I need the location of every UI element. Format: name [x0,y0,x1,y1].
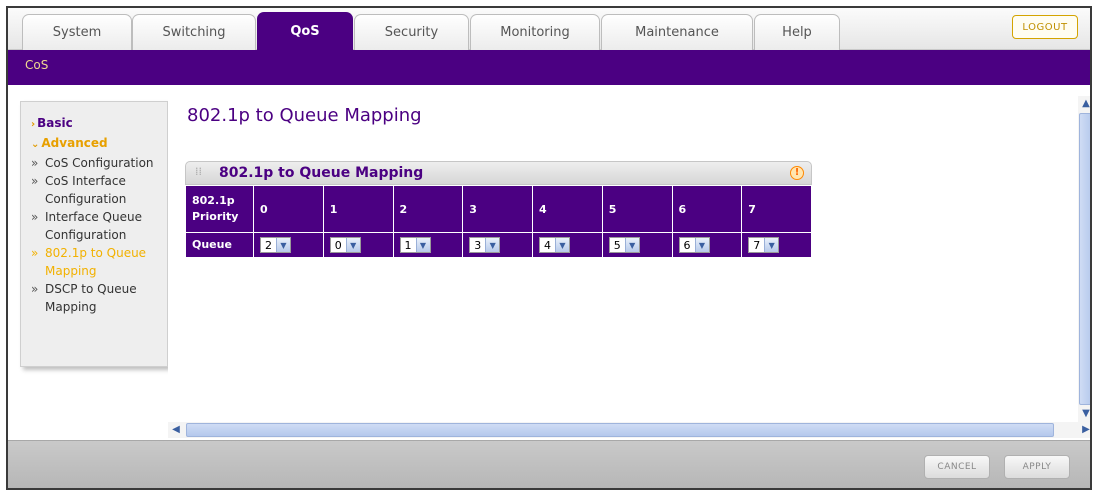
chevron-down-icon: ▼ [276,238,290,252]
queue-cell: 2 ▼ [253,232,324,258]
app-frame: System Switching QoS Security Monitoring… [6,6,1092,490]
priority-cell: 0 [253,185,324,233]
queue-select-priority-6[interactable]: 6 ▼ [678,237,710,253]
scroll-left-icon[interactable]: ◀ [168,422,184,438]
scroll-right-icon[interactable]: ▶ [1078,422,1090,438]
bullet-icon: » [31,246,39,260]
priority-cell: 2 [392,185,464,233]
tab-monitoring[interactable]: Monitoring [470,14,600,50]
queue-select-value: 0 [334,238,342,252]
priority-cell: 5 [601,185,673,233]
chevron-right-icon: › [31,119,36,130]
page-title: 802.1p to Queue Mapping [187,105,422,126]
tab-switching[interactable]: Switching [132,14,256,50]
queue-select-value: 2 [265,238,272,252]
panel-title: 802.1p to Queue Mapping [219,165,424,181]
chevron-down-icon: ▼ [555,238,569,252]
queue-select-priority-0[interactable]: 2 ▼ [260,237,291,253]
sidebar-section-advanced[interactable]: ⌄ Advanced [31,134,167,154]
queue-select-priority-2[interactable]: 1 ▼ [399,237,431,253]
chevron-down-icon: ▼ [694,238,709,252]
sidebar-item-dscp-to-queue-mapping[interactable]: » DSCP to Queue Mapping [31,280,167,316]
main-content: 802.1p to Queue Mapping ⁞⁞ 802.1p to Que… [168,85,1076,422]
horizontal-scrollbar[interactable]: ◀ ▶ [168,422,1090,438]
queue-cell: 0 ▼ [322,232,394,258]
tab-system[interactable]: System [22,14,132,50]
tab-maintenance[interactable]: Maintenance [601,14,753,50]
apply-button[interactable]: APPLY [1004,455,1070,479]
chevron-down-icon: ▼ [415,238,430,252]
panel-header: ⁞⁞ 802.1p to Queue Mapping ! [185,161,812,185]
chevron-down-icon: ▼ [764,238,779,252]
chevron-down-icon: ⌄ [31,139,40,150]
sidebar-item-label: CoS Interface Configuration [45,174,127,206]
queue-cell: 7 ▼ [741,232,812,258]
bullet-icon: » [31,174,39,188]
row-label-priority: 802.1p Priority [185,185,254,233]
mapping-panel: ⁞⁞ 802.1p to Queue Mapping ! 802.1p Prio… [185,161,812,258]
queue-select-priority-1[interactable]: 0 ▼ [329,237,361,253]
sidebar-section-basic[interactable]: › Basic [31,114,167,134]
priority-cell: 4 [532,185,603,233]
queue-cell: 3 ▼ [462,232,533,258]
priority-cell: 6 [671,185,743,233]
queue-select-priority-5[interactable]: 5 ▼ [608,237,640,253]
chevron-down-icon: ▼ [345,238,360,252]
tab-help[interactable]: Help [754,14,840,50]
sidebar-item-cos-interface-configuration[interactable]: » CoS Interface Configuration [31,172,167,208]
queue-select-priority-4[interactable]: 4 ▼ [539,237,570,253]
queue-cell: 4 ▼ [532,232,603,258]
queue-select-value: 7 [753,238,761,252]
tab-security[interactable]: Security [354,14,469,50]
priority-cell: 7 [741,185,812,233]
queue-select-value: 3 [474,238,482,252]
scroll-up-icon[interactable]: ▲ [1078,96,1090,112]
bullet-icon: » [31,156,39,170]
queue-select-value: 6 [683,238,691,252]
queue-select-value: 1 [404,238,412,252]
sidebar-item-label: Interface Queue Configuration [45,210,142,242]
queue-cell: 5 ▼ [601,232,673,258]
table-row-priority: 802.1p Priority 0 1 2 3 4 5 6 7 [185,185,812,233]
vertical-scroll-thumb[interactable] [1079,113,1090,405]
priority-cell: 3 [462,185,533,233]
priority-cell: 1 [322,185,394,233]
horizontal-scroll-thumb[interactable] [186,423,1054,437]
queue-select-priority-7[interactable]: 7 ▼ [748,237,780,253]
sidebar-item-cos-configuration[interactable]: » CoS Configuration [31,154,167,172]
sidebar-item-interface-queue-configuration[interactable]: » Interface Queue Configuration [31,208,167,244]
sidebar: › Basic ⌄ Advanced » CoS Configuration » CoS… [20,101,168,367]
queue-cell: 6 ▼ [671,232,743,258]
priority-queue-table: 802.1p Priority 0 1 2 3 4 5 6 7 Queue 2 ▼… [185,185,812,258]
logout-button[interactable]: LOGOUT [1012,15,1078,39]
sidebar-item-label: CoS Configuration [45,156,154,170]
chevron-down-icon: ▼ [624,238,639,252]
sidebar-item-label: 802.1p to Queue Mapping [45,246,147,278]
top-nav-bar: System Switching QoS Security Monitoring… [8,8,1090,50]
bottom-action-bar: CANCEL APPLY [8,440,1090,488]
sidebar-section-label: Basic [37,116,73,130]
sidebar-section-label: Advanced [41,136,108,150]
row-label-queue: Queue [185,232,254,258]
subtab-cos[interactable]: CoS [25,58,48,72]
tab-qos[interactable]: QoS [257,12,353,50]
vertical-scrollbar[interactable]: ▲ ▼ [1078,96,1090,422]
chevron-down-icon: ▼ [485,238,500,252]
sub-nav-bar: CoS [8,50,1090,85]
sidebar-item-8021p-to-queue-mapping[interactable]: » 802.1p to Queue Mapping [31,244,167,280]
queue-select-value: 5 [613,238,621,252]
cancel-button[interactable]: CANCEL [924,455,990,479]
bullet-icon: » [31,210,39,224]
queue-select-value: 4 [544,238,551,252]
bullet-icon: » [31,282,39,296]
drag-handle-icon: ⁞⁞ [195,165,202,178]
help-icon[interactable]: ! [790,166,804,180]
scroll-down-icon[interactable]: ▼ [1078,406,1090,422]
queue-select-priority-3[interactable]: 3 ▼ [469,237,501,253]
table-row-queue: Queue 2 ▼ 0 ▼ 1 ▼ 3 ▼ 4 ▼ 5 ▼ 6 ▼ 7 ▼ [185,232,812,258]
queue-cell: 1 ▼ [392,232,464,258]
sidebar-item-label: DSCP to Queue Mapping [45,282,137,314]
